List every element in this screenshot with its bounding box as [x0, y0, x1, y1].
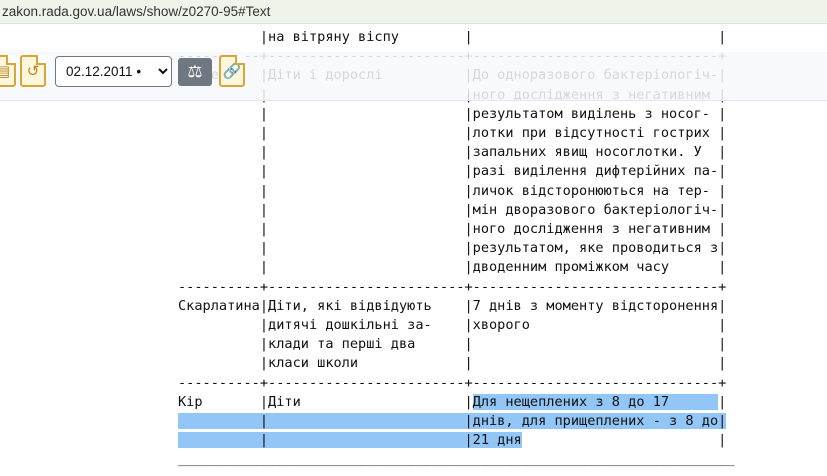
selected-text[interactable]: | |21 дня — [178, 432, 522, 449]
row-scarlet-1: Скарлатина|Діти, які відвідують |7 днів … — [178, 297, 727, 314]
document-icon[interactable]: ▤ — [0, 55, 16, 87]
row-measles-1: Кір |Діти |Для нещеплених з 8 до 17 | — [178, 393, 727, 410]
row-separator: ----------+------------------------+----… — [178, 374, 727, 391]
row-separator: ----------+------------------------+----… — [178, 278, 727, 295]
compare-icon[interactable]: ⚖ — [178, 58, 212, 86]
row-varicella-tail: | — [178, 29, 269, 45]
link-icon[interactable]: 🔗 — [219, 55, 245, 87]
selected-text[interactable]: | |днів, для прищеплених - з 8 до| — [178, 413, 727, 430]
selected-text[interactable]: Для нещеплених з 8 до 17 — [472, 393, 719, 410]
address-bar[interactable]: zakon.rada.gov.ua/laws/show/z0270-95#Tex… — [0, 0, 827, 24]
document-toolbar: ▤ ↺ 02.12.2011 • ⚖ 🔗 — [0, 52, 827, 101]
revision-date-select[interactable]: 02.12.2011 • — [55, 56, 172, 87]
history-icon[interactable]: ↺ — [20, 55, 46, 87]
url-text: zakon.rada.gov.ua/laws/show/z0270-95#Tex… — [2, 4, 271, 19]
bottom-rule: ________________________________________… — [178, 451, 735, 468]
